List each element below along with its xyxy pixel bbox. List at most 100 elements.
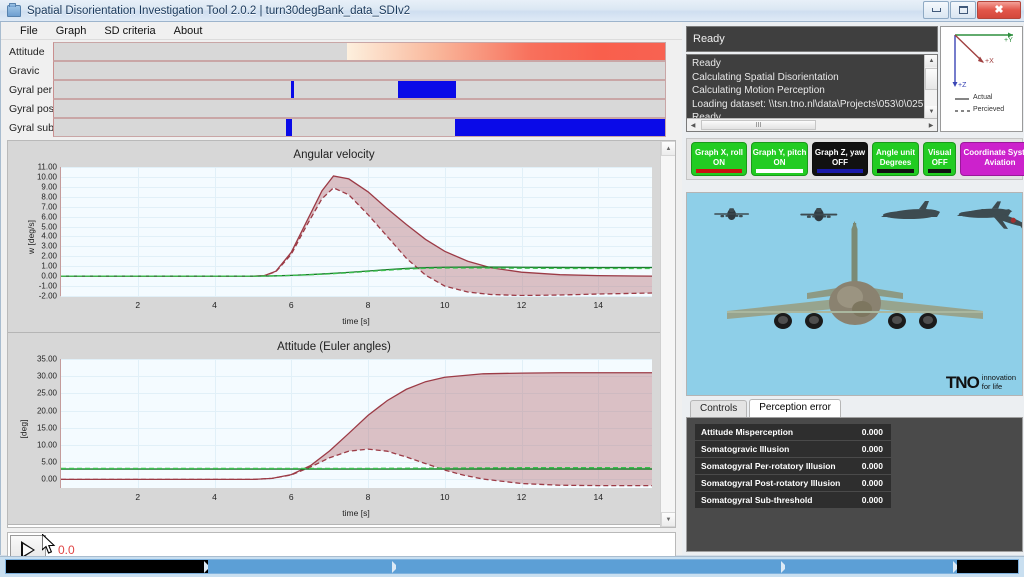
log-line: Calculating Spatial Disorientation (692, 71, 839, 83)
chart-y-tick-label: 7.00 (41, 202, 57, 212)
chart-y-tick-label: 9.00 (41, 182, 57, 192)
left-pane: Attitude Gravic Gyral per Gyral post Gyral s… (1, 40, 682, 568)
window-title: Spatial Disorientation Investigation Too… (27, 4, 411, 17)
log-scroll-up-icon[interactable]: ▲ (925, 55, 937, 67)
indicator-track[interactable] (53, 42, 666, 61)
chart-x-tick-label: 10 (440, 492, 450, 502)
timeline-segment[interactable] (208, 560, 398, 573)
indicator-row: Gyral per (1, 80, 682, 99)
graph-x-roll-color-strip (696, 169, 742, 173)
coordinate-system-color-strip (965, 169, 1024, 173)
chart-series-layer (61, 372, 652, 487)
indicator-bar (291, 81, 294, 98)
perception-error-name: Somatogyral Per-rotatory Illusion (701, 461, 836, 471)
right-panel-tabs: Controls Perception error (686, 399, 1023, 417)
perception-error-row: Somatogyral Per-rotatory Illusion 0.000 (695, 458, 891, 474)
chart-x-tick-label: 4 (212, 300, 217, 310)
status-text: Ready (693, 33, 725, 45)
aircraft-illustration (714, 201, 1022, 329)
log-scroll-right-icon[interactable]: ▶ (925, 122, 937, 129)
indicator-bar (347, 43, 665, 60)
chart-x-tick-label: 6 (288, 300, 294, 310)
log-hscroll-thumb[interactable]: III (701, 120, 816, 130)
log-scroll-left-icon[interactable]: ◀ (687, 122, 699, 129)
graph-z-yaw-button[interactable]: Graph Z, yaw OFF (812, 142, 868, 176)
coordinate-system-button[interactable]: Coordinate SystemAviation (960, 142, 1024, 176)
indicator-row: Gyral sub (1, 118, 682, 137)
log-line: Calculating Motion Perception (692, 85, 825, 96)
tab-perception-error[interactable]: Perception error (749, 399, 841, 417)
graph-y-pitch-value: ON (773, 158, 786, 167)
chart-y-tick-label: 15.00 (36, 423, 57, 433)
right-pane: Ready Ready Calculating Spatial Disorient… (684, 22, 1024, 555)
tno-logo: TNO innovation for life (946, 373, 1016, 391)
log-vertical-scrollbar[interactable]: ▲ ▼ (924, 55, 937, 118)
chart-series-layer (61, 175, 652, 296)
perception-error-value: 0.000 (861, 427, 883, 437)
graph-y-pitch-button[interactable]: Graph Y, pitch ON (751, 142, 808, 176)
chart-x-tick-label: 8 (365, 492, 371, 502)
indicator-bar (286, 119, 292, 136)
chart-y-tick-label: 3.00 (41, 241, 57, 251)
chart-y-tick-label: -1.00 (38, 281, 57, 291)
timeline-track[interactable] (5, 559, 1019, 574)
window-body: File Graph SD criteria About Attitude Gra… (0, 22, 1024, 568)
legend-actual-label: Actual (973, 94, 993, 101)
visual-button[interactable]: Visual OFF (923, 142, 957, 176)
timeline-segment[interactable] (6, 560, 211, 573)
scroll-down-icon[interactable]: ▼ (661, 512, 675, 527)
log-scroll-down-icon[interactable]: ▼ (925, 106, 937, 118)
timeline-segment[interactable] (957, 560, 1018, 573)
chart-title: Angular velocity (293, 149, 375, 161)
indicator-track[interactable] (53, 80, 666, 99)
chart-plot-area[interactable]: 35.00 30.00 25.00 20.00 15.00 10.00 5.00 0.00 2 4… (37, 355, 652, 502)
visual-value: OFF (931, 158, 948, 167)
chart-plot-area[interactable]: 11.00 10.00 9.00 8.00 7.00 6.00 5.00 4.00 3.00 2.… (37, 163, 652, 310)
menu-item-graph[interactable]: Graph (47, 23, 96, 39)
chart-y-tick-label: 35.00 (36, 354, 57, 364)
scroll-up-icon[interactable]: ▲ (661, 141, 675, 156)
coordinate-system-label: Coordinate System (963, 148, 1024, 157)
perception-error-value: 0.000 (861, 478, 883, 488)
graph-x-roll-button[interactable]: Graph X, roll ON (691, 142, 747, 176)
chart-y-tick-label: 5.00 (41, 222, 57, 232)
log-line: Loading dataset: \\tsn.tno.nl\data\Proje… (692, 98, 938, 110)
sd-indicator-rows: Attitude Gravic Gyral per Gyral post Gyral s… (1, 40, 682, 140)
log-horizontal-scrollbar[interactable]: ◀ III ▶ (687, 118, 937, 131)
tab-controls[interactable]: Controls (690, 400, 748, 417)
maximize-button[interactable] (950, 1, 976, 19)
graph-y-pitch-label: Graph Y, pitch (752, 148, 807, 157)
menu-item-file[interactable]: File (11, 23, 47, 39)
graph-z-yaw-label: Graph Z, yaw (814, 148, 866, 157)
timeline-segment[interactable] (395, 560, 788, 573)
charts-vertical-scrollbar[interactable]: ▲ ▼ (660, 141, 675, 527)
indicator-row: Gyral post (1, 99, 682, 118)
indicator-bar (397, 81, 457, 98)
indicator-track[interactable] (53, 118, 666, 137)
minimize-button[interactable] (923, 1, 949, 19)
visual-label: Visual (928, 148, 952, 157)
perception-error-value: 0.000 (861, 495, 883, 505)
chart-y-axis-label: w [deg/s] (26, 219, 37, 254)
menu-item-about[interactable]: About (165, 23, 212, 39)
title-bar: Spatial Disorientation Investigation Too… (0, 0, 1024, 22)
indicator-label: Attitude (9, 45, 45, 58)
close-button[interactable]: ✖ (977, 1, 1021, 19)
chart-gridline (61, 296, 652, 297)
chart-panel: Angular velocity w [deg/s] time [s] 11.00 10… (8, 141, 660, 333)
graph-y-pitch-color-strip (756, 169, 803, 173)
log-scroll-thumb[interactable] (925, 68, 937, 90)
perception-error-list: Attitude Misperception 0.000 Somatogravic … (695, 424, 1014, 508)
indicator-track[interactable] (53, 99, 666, 118)
log-panel[interactable]: Ready Calculating Spatial Disorientation C… (686, 54, 938, 132)
chart-y-axis-label: [deg] (18, 419, 29, 438)
chart-uncertainty-band (61, 175, 652, 296)
indicator-track[interactable] (53, 61, 666, 80)
tno-logo-line2: for life (981, 381, 1003, 391)
indicator-label: Gyral per (9, 83, 53, 96)
menu-item-sd-criteria[interactable]: SD criteria (95, 23, 164, 39)
chart-y-tick-label: -2.00 (38, 291, 57, 301)
chart-x-tick-label: 10 (440, 300, 450, 310)
angle-unit-button[interactable]: Angle unit Degrees (872, 142, 919, 176)
timeline-segment[interactable] (785, 560, 960, 573)
